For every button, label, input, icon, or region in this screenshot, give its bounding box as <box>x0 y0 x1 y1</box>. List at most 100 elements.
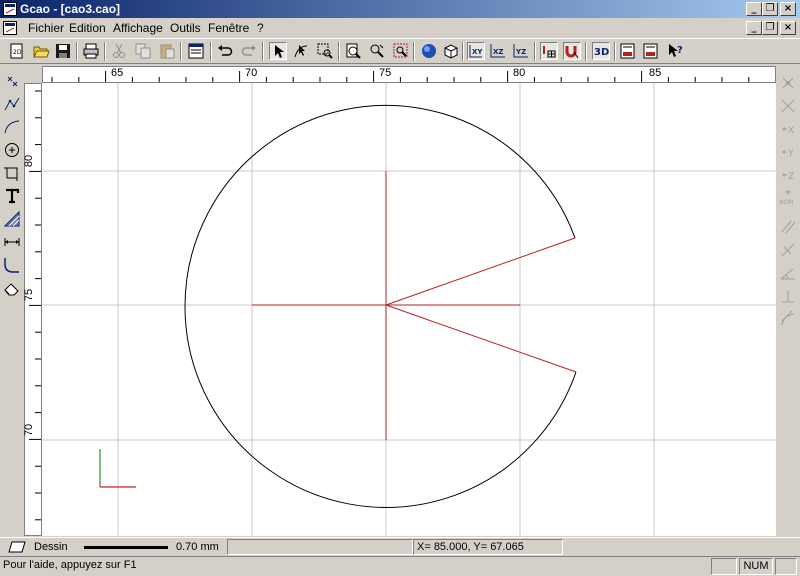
toolbar-separator <box>104 42 106 61</box>
menu-fenetre[interactable]: Fenêtre <box>208 21 249 35</box>
snap-point-icon[interactable] <box>777 72 799 94</box>
right-snap-toolbar: X Y Z NOM <box>776 66 800 536</box>
print-3d-icon[interactable] <box>642 42 660 60</box>
menu-affichage[interactable]: Affichage <box>113 21 163 35</box>
render-sphere-icon[interactable] <box>420 42 438 60</box>
print-preview-icon[interactable] <box>619 42 637 60</box>
plane-xz-icon[interactable]: XZ <box>489 42 507 60</box>
rectangle-icon[interactable] <box>1 162 23 184</box>
zoom-icon[interactable] <box>344 42 362 60</box>
copy-icon[interactable] <box>134 42 152 60</box>
snap-x-label: X <box>788 126 794 136</box>
undo-icon[interactable] <box>216 42 234 60</box>
zoom-dynamic-icon[interactable] <box>368 42 386 60</box>
snap-angle-icon[interactable] <box>777 262 799 284</box>
help-pointer-icon[interactable]: ? <box>666 42 684 60</box>
node-edit-icon[interactable] <box>292 42 310 60</box>
erase-icon[interactable] <box>1 277 23 299</box>
new-file-icon[interactable]: 2D <box>8 42 26 60</box>
minimize-icon: _ <box>751 3 757 14</box>
status-bar: Pour l'aide, appuyez sur F1 NUM <box>0 556 800 576</box>
restore-button[interactable]: ❐ <box>762 2 778 16</box>
main-toolbar: 2D XY XZ YZ 3D ? <box>0 38 800 64</box>
left-drawing-toolbar <box>0 66 24 536</box>
snap-nom-icon[interactable]: NOM <box>777 187 799 209</box>
snap-nom-label: NOM <box>779 199 793 206</box>
snap-parallel-icon[interactable] <box>777 216 799 238</box>
text-icon[interactable] <box>1 185 23 207</box>
properties-icon[interactable] <box>187 42 205 60</box>
dimension-icon[interactable] <box>1 231 23 253</box>
status-pane-empty <box>227 539 413 555</box>
ruler-label-65: 65 <box>111 67 124 79</box>
snap-y-icon[interactable]: Y <box>777 141 799 163</box>
select-arrow-icon[interactable] <box>269 42 287 60</box>
horizontal-ruler: 65 70 75 80 85 <box>42 66 776 83</box>
save-icon[interactable] <box>54 42 72 60</box>
radius-line-upper[interactable] <box>385 237 576 306</box>
snap-orthogonal-icon[interactable] <box>777 285 799 307</box>
plane-yz-icon[interactable]: YZ <box>512 42 530 60</box>
open-folder-icon[interactable] <box>32 42 50 60</box>
snap-y-label: Y <box>787 149 794 159</box>
paste-icon[interactable] <box>158 42 176 60</box>
line-width-value[interactable]: 0.70 mm <box>176 541 219 553</box>
cut-icon[interactable] <box>110 42 128 60</box>
coordinates-display: X= 85.000, Y= 67.065 <box>413 539 563 555</box>
circle-arc-shape[interactable] <box>184 104 577 508</box>
magnet-snap-icon[interactable] <box>563 42 581 60</box>
toolbar-separator <box>210 42 212 61</box>
point-icon[interactable] <box>1 70 23 92</box>
redo-icon[interactable] <box>240 42 258 60</box>
view-3d-icon[interactable]: 3D <box>592 42 610 60</box>
doc-minimize-button[interactable]: _ <box>746 21 762 35</box>
layer-shape-icon[interactable] <box>8 541 26 553</box>
drawing-canvas[interactable] <box>42 83 776 536</box>
plane-xy-icon[interactable]: XY <box>467 42 485 60</box>
curve-icon[interactable] <box>1 116 23 138</box>
menu-fichier[interactable]: Fichier <box>28 21 64 35</box>
zoom-window-icon[interactable] <box>316 42 334 60</box>
scroll-indicator <box>775 558 797 575</box>
document-icon[interactable] <box>2 20 18 36</box>
properties-bar: Dessin 0.70 mm X= 85.000, Y= 67.065 <box>0 537 800 556</box>
title-bar[interactable]: Gcao - [cao3.cao] _ ❐ × <box>0 0 800 18</box>
line-width-sample[interactable] <box>84 546 168 549</box>
toolbar-separator <box>262 42 264 61</box>
polyline-icon[interactable] <box>1 93 23 115</box>
fillet-icon[interactable] <box>1 254 23 276</box>
menu-edition[interactable]: Edition <box>69 21 106 35</box>
view-3d-box-icon[interactable] <box>442 42 460 60</box>
menu-outils[interactable]: Outils <box>170 21 201 35</box>
view-3d-label: 3D <box>594 47 609 58</box>
doc-restore-button[interactable]: ❐ <box>762 21 778 35</box>
snap-tangent-icon[interactable] <box>777 308 799 330</box>
grid-snap-icon[interactable] <box>540 42 558 60</box>
vertical-ruler: 80 75 70 <box>23 83 42 536</box>
snap-z-label: Z <box>788 172 794 182</box>
toolbar-separator <box>180 42 182 61</box>
zoom-all-icon[interactable] <box>392 42 410 60</box>
toolbar-separator <box>462 42 464 61</box>
minimize-button[interactable]: _ <box>746 2 762 16</box>
ruler-label-85: 85 <box>649 67 662 79</box>
radius-line-lower[interactable] <box>385 304 577 373</box>
plane-xz-label: XZ <box>493 48 503 56</box>
hatch-icon[interactable] <box>1 208 23 230</box>
close-button[interactable]: × <box>780 2 796 16</box>
snap-z-icon[interactable]: Z <box>777 164 799 186</box>
menu-help[interactable]: ? <box>257 21 264 35</box>
toolbar-separator <box>413 42 415 61</box>
layer-name[interactable]: Dessin <box>34 541 68 553</box>
circle-icon[interactable] <box>1 139 23 161</box>
snap-perpendicular-icon[interactable] <box>777 239 799 261</box>
num-indicator: NUM <box>739 558 773 575</box>
toolbar-separator <box>585 42 587 61</box>
toolbar-separator <box>534 42 536 61</box>
snap-x-icon[interactable]: X <box>777 118 799 140</box>
app-icon <box>3 2 17 16</box>
snap-intersection-icon[interactable] <box>777 95 799 117</box>
print-icon[interactable] <box>82 42 100 60</box>
toolbar-separator <box>338 42 340 61</box>
doc-close-button[interactable]: × <box>780 21 796 35</box>
